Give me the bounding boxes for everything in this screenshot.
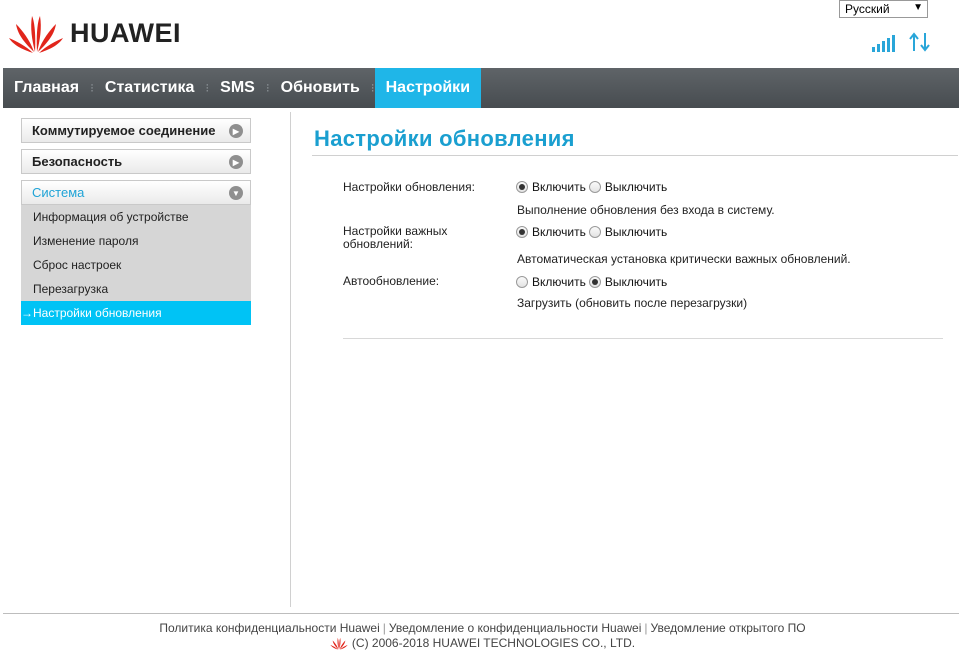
sidebar: Коммутируемое соединение ▶ Безопасность … [21, 118, 251, 325]
privacy-notice-link[interactable]: Уведомление о конфиденциальности Huawei [389, 621, 641, 635]
main-nav: Главная ⁝ Статистика ⁝ SMS ⁝ Обновить ⁝ … [3, 68, 959, 108]
auto-update-description: Загрузить (обновить после перезагрузки) [517, 296, 748, 310]
auto-update-label: Автообновление: [343, 274, 440, 288]
sidebar-section-security[interactable]: Безопасность ▶ [21, 149, 251, 174]
radio-label: Включить [532, 225, 586, 239]
sidebar-section-system[interactable]: Система ▼ [21, 180, 251, 205]
header: HUAWEI Русский ▼ [0, 0, 965, 68]
huawei-logo: HUAWEI [8, 10, 181, 54]
radio-label: Выключить [604, 180, 668, 194]
content-divider [343, 338, 943, 339]
auto-update-on-radio[interactable] [516, 276, 528, 288]
nav-statistics[interactable]: Статистика [94, 68, 205, 108]
up-down-arrows-icon [909, 32, 930, 52]
update-settings-on-radio[interactable] [516, 181, 528, 193]
brand-name: HUAWEI [70, 17, 181, 48]
sidebar-section-label: Коммутируемое соединение [32, 123, 216, 138]
important-updates-description: Автоматическая установка критически важн… [517, 252, 851, 266]
huawei-flower-icon [9, 16, 63, 53]
privacy-policy-link[interactable]: Политика конфиденциальности Huawei [159, 621, 379, 635]
footer-links: Политика конфиденциальности Huawei | Уведо… [0, 621, 965, 635]
sidebar-submenu: Информация об устройстве Изменение парол… [21, 205, 251, 325]
sidebar-item-change-password[interactable]: Изменение пароля [21, 229, 251, 253]
update-settings-off-radio[interactable] [588, 181, 601, 193]
nav-sms[interactable]: SMS [209, 68, 266, 108]
auto-update-off-radio[interactable] [588, 276, 601, 288]
vertical-divider [290, 112, 291, 607]
title-divider [312, 155, 958, 156]
nav-update[interactable]: Обновить [270, 68, 371, 108]
radio-label: Включить [532, 180, 586, 194]
open-source-notice-link[interactable]: Уведомление открытого ПО [651, 621, 806, 635]
footer-copyright: (C) 2006-2018 HUAWEI TECHNOLOGIES CO., L… [0, 636, 965, 650]
language-value: Русский [845, 2, 890, 16]
chevron-down-icon: ▼ [913, 2, 923, 13]
sidebar-item-label: Настройки обновления [33, 306, 162, 320]
chevron-right-icon: ▶ [229, 124, 243, 138]
radio-label: Выключить [604, 275, 668, 289]
huawei-flower-icon [330, 637, 348, 650]
chevron-right-icon: ▶ [229, 155, 243, 169]
sidebar-item-reset[interactable]: Сброс настроек [21, 253, 251, 277]
footer-separator: | [382, 621, 386, 635]
sidebar-section-label: Система [32, 185, 85, 200]
chevron-down-icon: ▼ [229, 186, 243, 200]
update-settings-description: Выполнение обновления без входа в систем… [517, 203, 775, 217]
important-updates-label: Настройки важных обновлений: [343, 225, 447, 251]
page-title: Настройки обновления [314, 126, 575, 151]
sidebar-section-dialup[interactable]: Коммутируемое соединение ▶ [21, 118, 251, 143]
important-updates-radio-group: Включить Выключить [516, 225, 670, 239]
update-settings-label: Настройки обновления: [343, 180, 475, 194]
nav-home[interactable]: Главная [3, 68, 90, 108]
auto-update-radio-group: Включить Выключить [516, 275, 670, 289]
sidebar-item-update-settings[interactable]: → Настройки обновления [21, 301, 251, 325]
important-updates-on-radio[interactable] [516, 226, 528, 238]
radio-label: Выключить [604, 225, 668, 239]
radio-label: Включить [532, 275, 586, 289]
sidebar-item-device-info[interactable]: Информация об устройстве [21, 205, 251, 229]
important-updates-off-radio[interactable] [588, 226, 601, 238]
label-line: обновлений: [343, 237, 413, 251]
nav-settings[interactable]: Настройки [374, 68, 482, 108]
footer-divider [3, 613, 959, 614]
arrow-right-icon: → [21, 306, 33, 320]
signal-bars-icon [872, 35, 895, 52]
footer-separator: | [644, 621, 648, 635]
update-settings-radio-group: Включить Выключить [516, 180, 670, 194]
sidebar-item-reboot[interactable]: Перезагрузка [21, 277, 251, 301]
sidebar-section-label: Безопасность [32, 154, 123, 169]
language-select[interactable]: Русский ▼ [839, 0, 928, 18]
copyright-text: (C) 2006-2018 HUAWEI TECHNOLOGIES CO., L… [351, 636, 636, 650]
